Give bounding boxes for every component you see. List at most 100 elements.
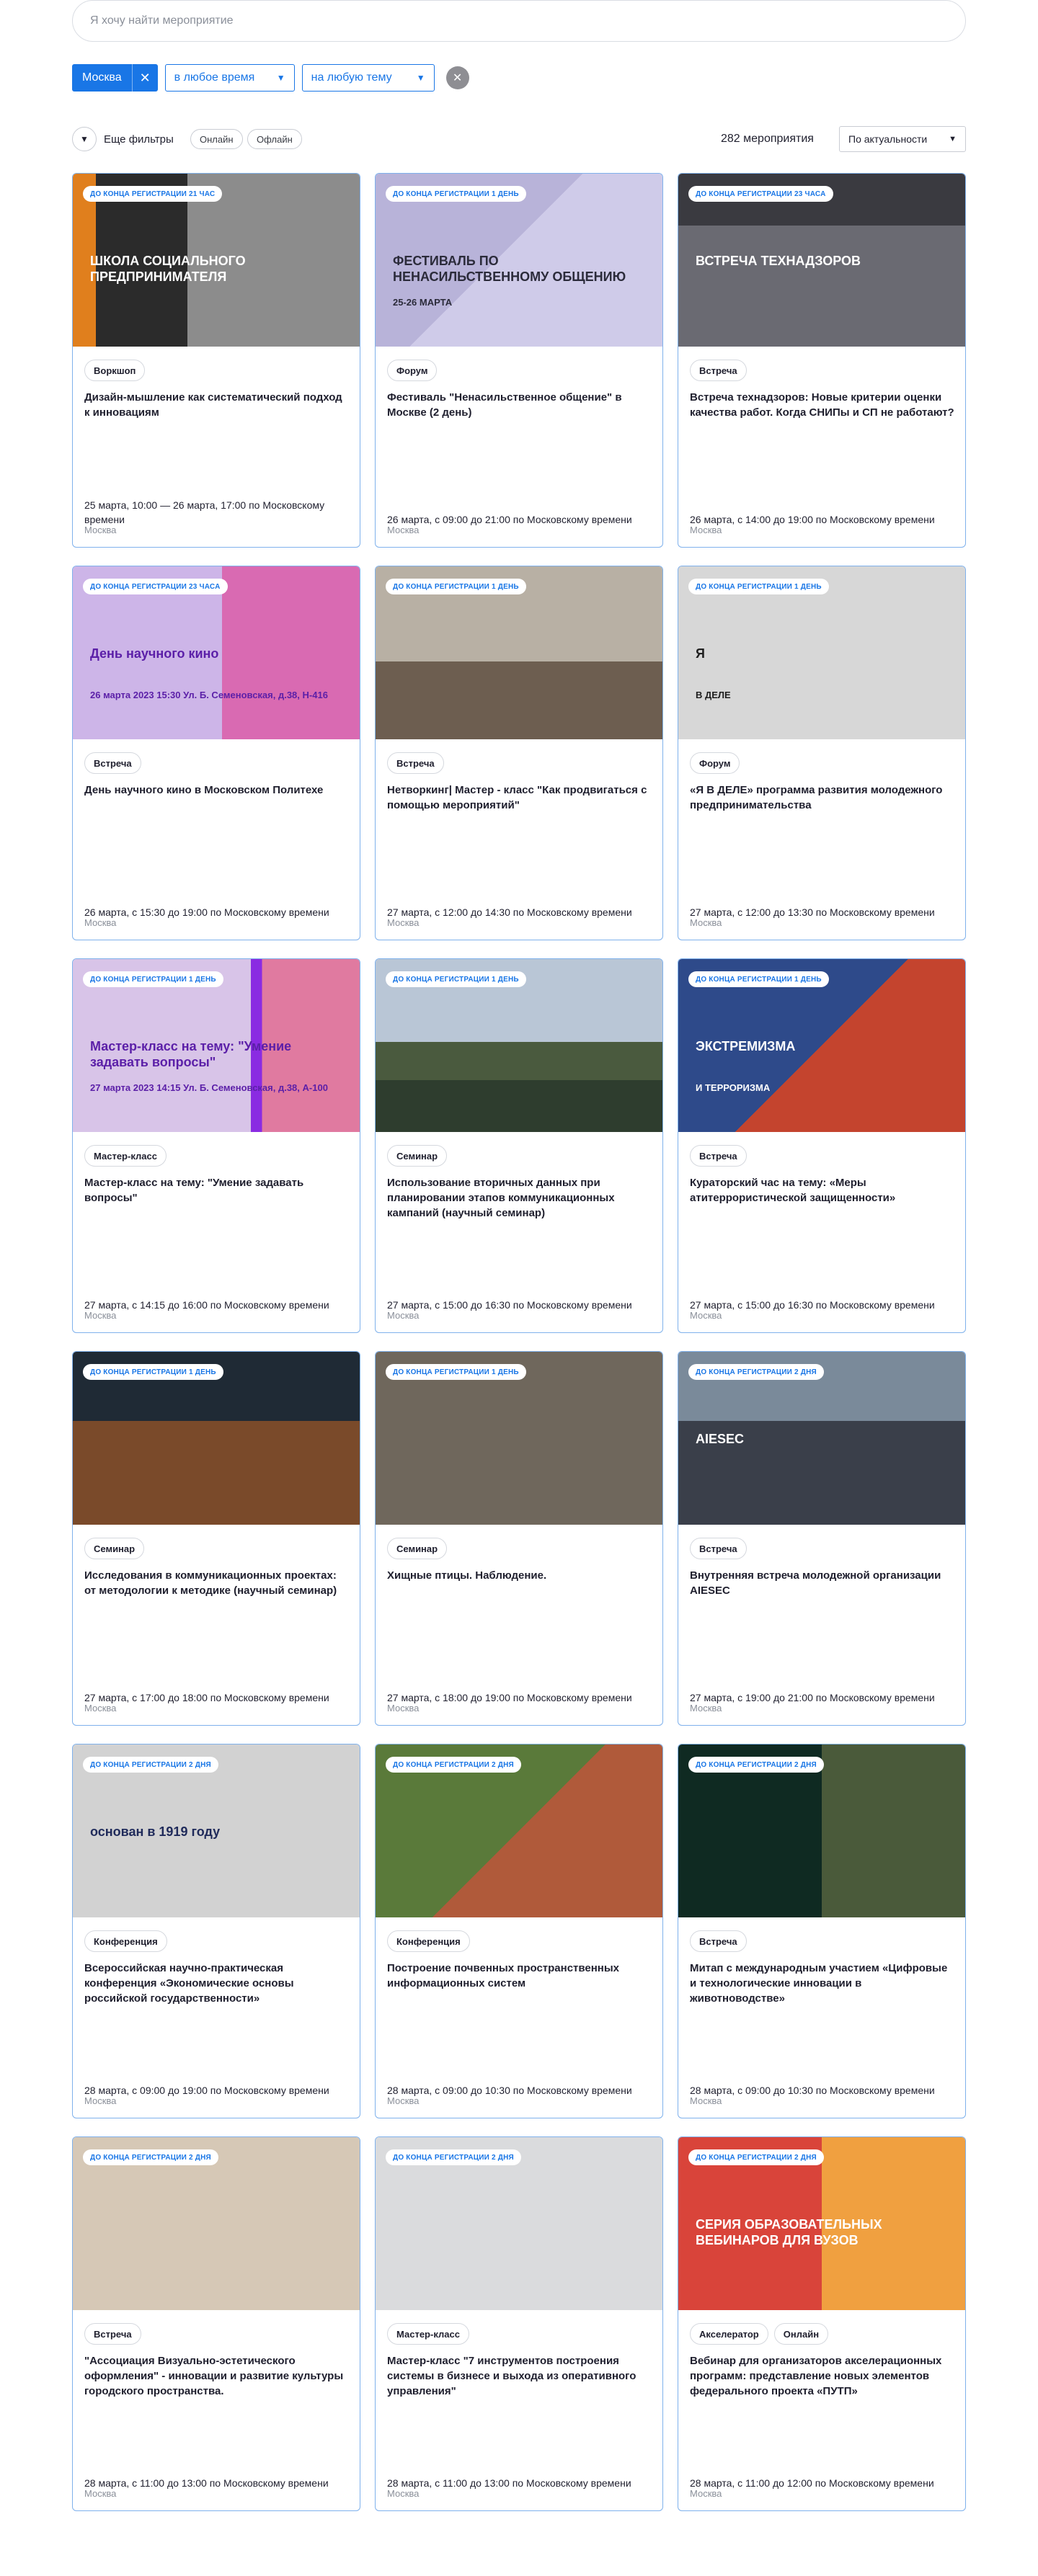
event-card[interactable]: основан в 1919 году ДО КОНЦА РЕГИСТРАЦИИ … [72, 1744, 360, 2118]
event-title[interactable]: Дизайн-мышление как систематический подх… [84, 390, 350, 420]
event-title[interactable]: Всероссийская научно-практическая конфер… [84, 1961, 350, 2006]
event-title[interactable]: «Я В ДЕЛЕ» программа развития молодежног… [690, 783, 955, 813]
search-input[interactable]: Я хочу найти мероприятие [72, 0, 966, 42]
event-tags: Встреча [84, 752, 141, 774]
event-type-tag: Конференция [387, 1930, 470, 1952]
event-card[interactable]: Я В ДЕЛЕ ДО КОНЦА РЕГИСТРАЦИИ 1 ДЕНЬ Форум «… [678, 566, 966, 940]
offline-toggle[interactable]: Офлайн [247, 129, 302, 149]
events-count: 282 мероприятия [721, 133, 814, 145]
topic-filter-dropdown[interactable]: на любую тему ▼ [301, 64, 435, 92]
event-date: 27 марта, с 15:00 до 16:30 по Московском… [387, 1299, 632, 1311]
more-filters-label: Еще фильтры [104, 133, 174, 146]
event-card[interactable]: ДО КОНЦА РЕГИСТРАЦИИ 2 ДНЯ Мастер-класс Ма… [375, 2136, 663, 2511]
event-card[interactable]: ВСТРЕЧА ТЕХНАДЗОРОВ ДО КОНЦА РЕГИСТРАЦИИ … [678, 173, 966, 548]
event-type-tag: Форум [387, 360, 438, 381]
registration-deadline-badge: ДО КОНЦА РЕГИСТРАЦИИ 2 ДНЯ [688, 1364, 824, 1380]
event-title[interactable]: Использование вторичных данных при плани… [387, 1175, 652, 1221]
time-filter-dropdown[interactable]: в любое время ▼ [164, 64, 295, 92]
event-city: Москва [690, 917, 722, 928]
event-title[interactable]: Встреча технадзоров: Новые критерии оцен… [690, 390, 955, 420]
event-card[interactable]: ФЕСТИВАЛЬ ПО НЕНАСИЛЬСТВЕННОМУ ОБЩЕНИЮ 25… [375, 173, 663, 548]
registration-deadline-badge: ДО КОНЦА РЕГИСТРАЦИИ 21 ЧАС [83, 186, 223, 202]
online-toggle[interactable]: Онлайн [190, 129, 243, 149]
event-type-tag: Онлайн [773, 2323, 829, 2345]
event-tags: Встреча [690, 360, 747, 381]
event-city: Москва [690, 1703, 722, 1713]
event-city: Москва [387, 1310, 420, 1321]
event-card[interactable]: ДО КОНЦА РЕГИСТРАЦИИ 1 ДЕНЬ Семинар Исполь… [375, 958, 663, 1333]
event-title[interactable]: Фестиваль "Ненасильственное общение" в М… [387, 390, 652, 420]
event-image-subcaption: И ТЕРРОРИЗМА [696, 1082, 771, 1093]
event-type-tag: Встреча [690, 360, 747, 381]
registration-deadline-badge: ДО КОНЦА РЕГИСТРАЦИИ 23 ЧАСА [688, 186, 833, 202]
event-card[interactable]: AIESEC ДО КОНЦА РЕГИСТРАЦИИ 2 ДНЯ Встреча В… [678, 1351, 966, 1726]
event-tags: Встреча [690, 1145, 747, 1167]
event-type-tag: Воркшоп [84, 360, 146, 381]
event-type-tag: Встреча [84, 2323, 141, 2345]
event-title[interactable]: Внутренняя встреча молодежной организаци… [690, 1568, 955, 1598]
event-card[interactable]: ДО КОНЦА РЕГИСТРАЦИИ 2 ДНЯ Встреча "Ассоци… [72, 2136, 360, 2511]
event-card[interactable]: ДО КОНЦА РЕГИСТРАЦИИ 1 ДЕНЬ Семинар Хищные… [375, 1351, 663, 1726]
event-title[interactable]: Хищные птицы. Наблюдение. [387, 1568, 652, 1583]
registration-deadline-badge: ДО КОНЦА РЕГИСТРАЦИИ 1 ДЕНЬ [386, 186, 526, 202]
event-card[interactable]: ЭКСТРЕМИЗМА И ТЕРРОРИЗМА ДО КОНЦА РЕГИСТРА… [678, 958, 966, 1333]
event-date: 28 марта, с 09:00 до 19:00 по Московском… [84, 2085, 329, 2096]
event-card[interactable]: ДО КОНЦА РЕГИСТРАЦИИ 1 ДЕНЬ Встреча Нетвор… [375, 566, 663, 940]
event-date: 28 марта, с 11:00 до 13:00 по Московском… [387, 2477, 631, 2489]
registration-deadline-badge: ДО КОНЦА РЕГИСТРАЦИИ 1 ДЕНЬ [688, 579, 829, 594]
event-card[interactable]: ДО КОНЦА РЕГИСТРАЦИИ 1 ДЕНЬ Семинар Исслед… [72, 1351, 360, 1726]
event-title[interactable]: "Ассоциация Визуально-эстетического офор… [84, 2353, 350, 2399]
city-filter-chip[interactable]: Москва ✕ [72, 64, 158, 92]
event-image-caption: Мастер-класс на тему: "Умение задавать в… [90, 1039, 292, 1069]
event-title[interactable]: Мастер-класс на тему: "Умение задавать в… [84, 1175, 350, 1205]
event-tags: Встреча [690, 1538, 747, 1559]
sort-dropdown[interactable]: По актуальности ▼ [839, 126, 966, 152]
event-title[interactable]: Кураторский час на тему: «Меры атитеррор… [690, 1175, 955, 1205]
event-card[interactable]: СЕРИЯ ОБРАЗОВАТЕЛЬНЫХ ВЕБИНАРОВ ДЛЯ ВУЗО… [678, 2136, 966, 2511]
event-tags: Акселератор Онлайн [690, 2323, 829, 2345]
event-card[interactable]: ШКОЛА СОЦИАЛЬНОГО ПРЕДПРИНИМАТЕЛЯ ДО КОНЦ… [72, 173, 360, 548]
registration-deadline-badge: ДО КОНЦА РЕГИСТРАЦИИ 1 ДЕНЬ [386, 971, 526, 987]
event-image-caption: День научного кино [90, 646, 219, 661]
event-title[interactable]: Мастер-класс "7 инструментов построения … [387, 2353, 652, 2399]
event-city: Москва [387, 1703, 420, 1713]
event-type-tag: Акселератор [690, 2323, 768, 2345]
registration-deadline-badge: ДО КОНЦА РЕГИСТРАЦИИ 1 ДЕНЬ [83, 971, 223, 987]
event-date: 27 марта, с 15:00 до 16:30 по Московском… [690, 1299, 935, 1311]
close-icon[interactable]: ✕ [131, 64, 158, 92]
chevron-down-icon: ▼ [416, 73, 425, 83]
event-image-caption: СЕРИЯ ОБРАЗОВАТЕЛЬНЫХ ВЕБИНАРОВ ДЛЯ ВУЗО… [696, 2217, 882, 2247]
event-date: 27 марта, с 12:00 до 13:30 по Московском… [690, 906, 935, 918]
event-image-caption: AIESEC [696, 1432, 745, 1446]
event-image-subcaption: 26 марта 2023 15:30 Ул. Б. Семеновская, … [90, 690, 328, 700]
registration-deadline-badge: ДО КОНЦА РЕГИСТРАЦИИ 23 ЧАСА [83, 579, 228, 594]
event-city: Москва [84, 917, 117, 928]
event-city: Москва [387, 2488, 420, 2499]
event-card[interactable]: ДО КОНЦА РЕГИСТРАЦИИ 2 ДНЯ Встреча Митап с… [678, 1744, 966, 2118]
event-tags: Форум [387, 360, 438, 381]
event-title[interactable]: День научного кино в Московском Политехе [84, 783, 350, 798]
event-title[interactable]: Исследования в коммуникационных проектах… [84, 1568, 350, 1598]
time-filter-label: в любое время [174, 71, 255, 84]
event-type-tag: Семинар [387, 1538, 448, 1559]
more-filters-button[interactable]: ▼ Еще фильтры [72, 126, 174, 152]
registration-deadline-badge: ДО КОНЦА РЕГИСТРАЦИИ 2 ДНЯ [386, 1757, 521, 1773]
registration-deadline-badge: ДО КОНЦА РЕГИСТРАЦИИ 2 ДНЯ [386, 2149, 521, 2165]
event-card[interactable]: ДО КОНЦА РЕГИСТРАЦИИ 2 ДНЯ Конференция Пос… [375, 1744, 663, 2118]
event-title[interactable]: Построение почвенных пространственных ин… [387, 1961, 652, 1991]
registration-deadline-badge: ДО КОНЦА РЕГИСТРАЦИИ 2 ДНЯ [688, 2149, 824, 2165]
registration-deadline-badge: ДО КОНЦА РЕГИСТРАЦИИ 1 ДЕНЬ [386, 1364, 526, 1380]
event-city: Москва [690, 2095, 722, 2106]
event-title[interactable]: Вебинар для организаторов акселерационны… [690, 2353, 955, 2399]
event-card[interactable]: День научного кино 26 марта 2023 15:30 Ул… [72, 566, 360, 940]
event-image-subcaption: 25-26 МАРТА [393, 297, 453, 308]
event-card[interactable]: Мастер-класс на тему: "Умение задавать в… [72, 958, 360, 1333]
event-title[interactable]: Нетворкинг| Мастер - класс "Как продвига… [387, 783, 652, 813]
event-title[interactable]: Митап с международным участием «Цифровые… [690, 1961, 955, 2006]
event-city: Москва [84, 1703, 117, 1713]
event-city: Москва [84, 1310, 117, 1321]
event-image-caption: основан в 1919 году [90, 1824, 221, 1839]
event-image-caption: ЭКСТРЕМИЗМА [696, 1039, 796, 1053]
event-tags: Форум [690, 752, 740, 774]
clear-filters-button[interactable]: ✕ [445, 66, 469, 89]
